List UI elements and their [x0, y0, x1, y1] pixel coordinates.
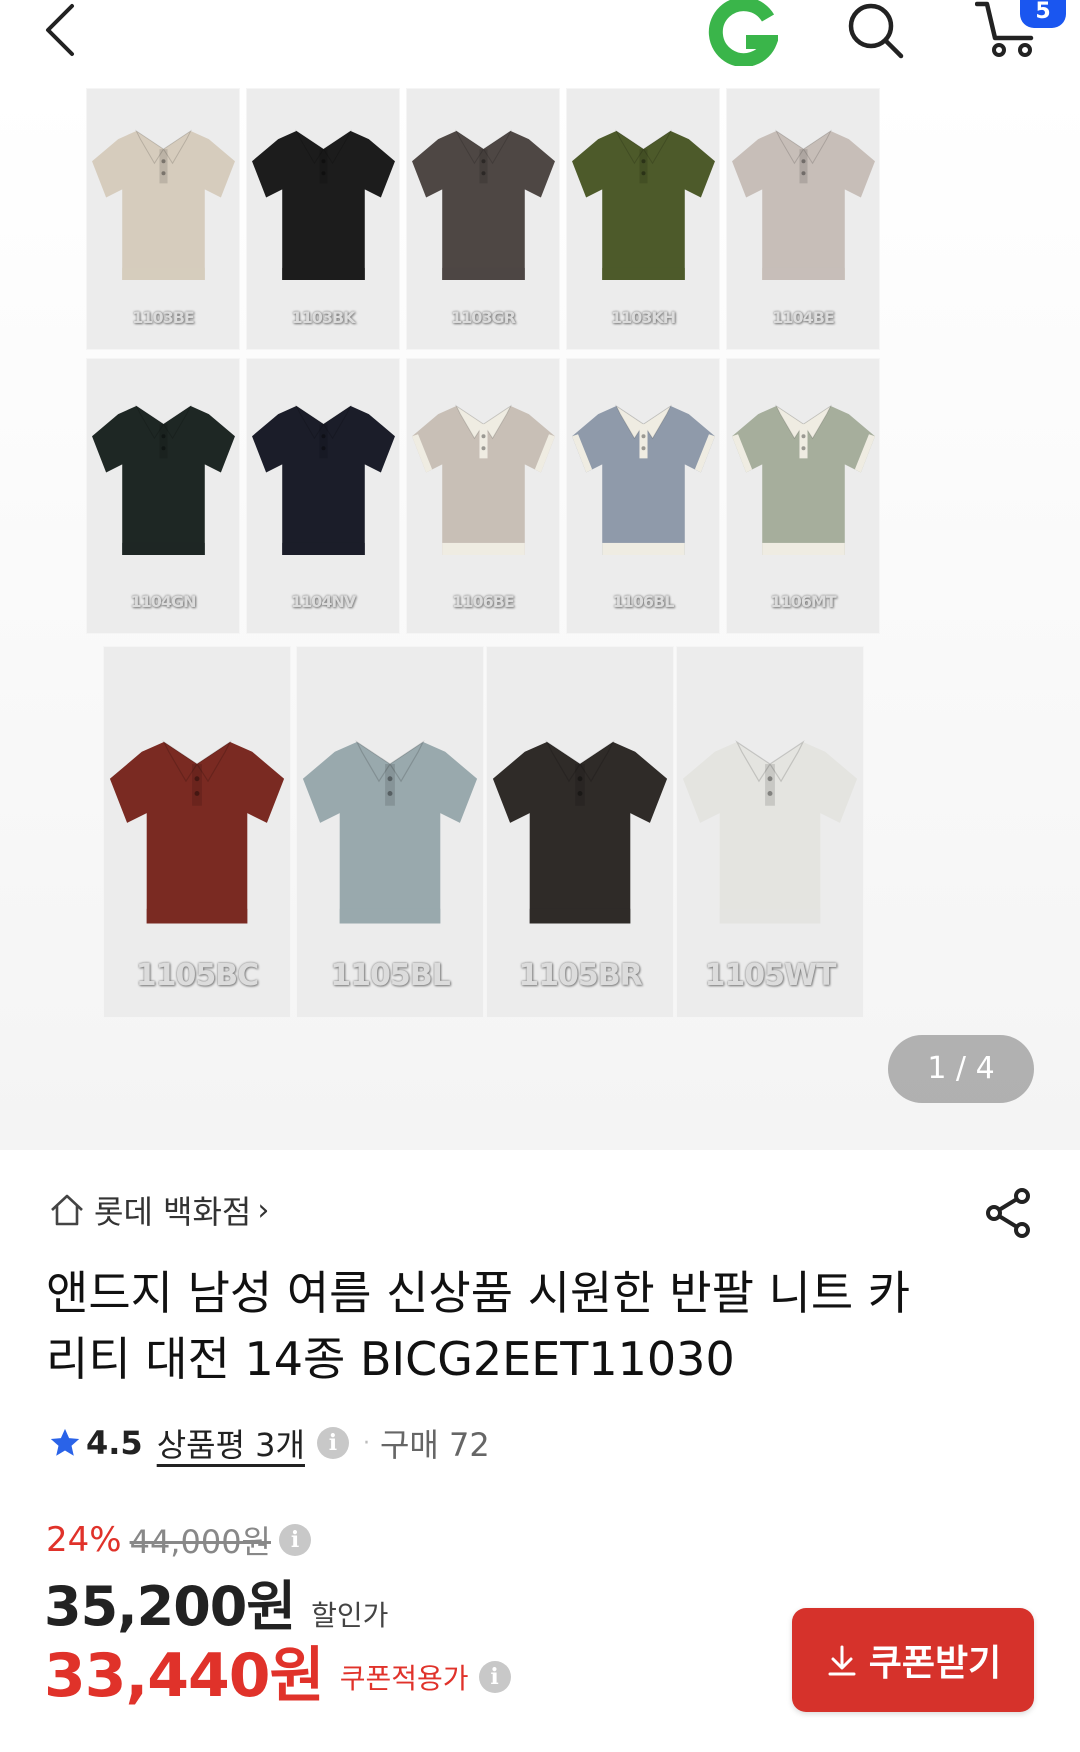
separator-dot: · [362, 1430, 370, 1456]
product-code-label: 1103BE [132, 308, 195, 327]
product-code-label: 1105BC [135, 958, 259, 993]
coupon-price-row: 33,440원 쿠폰적용가 i [44, 1632, 511, 1711]
search-icon [848, 3, 904, 59]
original-price-row: 24% 44,000원 i [46, 1518, 311, 1562]
shirt-image [728, 110, 879, 303]
download-icon [828, 1645, 856, 1676]
star-icon [50, 1428, 80, 1456]
home-icon [51, 1194, 83, 1226]
product-code-label: 1104BE [772, 308, 835, 327]
purchase-count: 구매 72 [379, 1426, 490, 1464]
shirt-image [408, 110, 559, 303]
shirt-image [88, 380, 239, 583]
product-code-label: 1103GR [451, 308, 516, 327]
product-code-label: 1105BL [330, 958, 450, 993]
color-swatch-tile[interactable]: 1103BK [246, 88, 400, 350]
color-swatch-tile[interactable]: 1105BL [296, 646, 484, 1018]
info-icon[interactable]: i [279, 1524, 311, 1556]
shirt-image [408, 380, 559, 583]
rating-row: 4.5 상품평 3개 i · 구매 72 [48, 1420, 490, 1466]
get-coupon-button[interactable]: 쿠폰받기 [792, 1608, 1034, 1712]
top-app-bar: 5 [0, 0, 1080, 88]
coupon-price-label: 쿠폰적용가 [339, 1662, 469, 1695]
shirt-image [88, 110, 239, 303]
share-button[interactable] [982, 1186, 1036, 1240]
color-swatch-tile[interactable]: 1105WT [676, 646, 864, 1018]
color-swatch-tile[interactable]: 1106BL [566, 358, 720, 634]
back-button[interactable] [40, 0, 90, 62]
share-icon [986, 1188, 1030, 1238]
product-code-label: 1104NV [290, 592, 356, 611]
color-swatch-tile[interactable]: 1104BE [726, 88, 880, 350]
shirt-image [568, 380, 719, 583]
g-logo-icon [708, 0, 781, 68]
info-icon[interactable]: i [316, 1427, 349, 1459]
info-icon[interactable]: i [478, 1661, 511, 1693]
product-title: 앤드지 남성 여름 신상품 시원한 반팔 니트 카리티 대전 14종 BICG2… [46, 1266, 911, 1386]
color-swatch-tile[interactable]: 1103KH [566, 88, 720, 350]
chevron-left-icon [46, 4, 74, 56]
color-swatch-tile[interactable]: 1105BC [103, 646, 291, 1018]
product-image-gallery[interactable]: 1103BE 1103BK 1103GR 1103KH 1104BE 1104GN 1104… [0, 88, 1080, 1150]
original-price: 44,000원 [129, 1523, 271, 1561]
shirt-image [298, 716, 482, 951]
product-code-label: 1106BE [452, 592, 515, 611]
product-code-label: 1105BR [518, 958, 642, 993]
rating-value: 4.5 [86, 1424, 143, 1462]
color-swatch-tile[interactable]: 1103GR [406, 88, 560, 350]
sale-price-row: 35,200원 할인가 [44, 1562, 388, 1638]
discount-rate: 24% [46, 1520, 122, 1560]
shirt-image [678, 716, 862, 951]
chevron-right-icon: › [257, 1192, 270, 1228]
get-coupon-label: 쿠폰받기 [868, 1643, 1002, 1684]
color-swatch-tile[interactable]: 1106BE [406, 358, 560, 634]
product-code-label: 1105WT [704, 958, 836, 993]
gmarket-logo[interactable] [706, 0, 781, 68]
product-code-label: 1106MT [770, 592, 836, 611]
product-info: 롯데 백화점 › 앤드지 남성 여름 신상품 시원한 반팔 니트 카리티 대전 … [0, 1150, 1080, 1752]
shirt-image [488, 716, 672, 951]
search-button[interactable] [845, 2, 907, 60]
color-swatch-tile[interactable]: 1103BE [86, 88, 240, 350]
shirt-image [248, 110, 399, 303]
review-count-link[interactable]: 상품평 3개 [157, 1420, 305, 1466]
product-code-label: 1104GN [130, 592, 196, 611]
shirt-image [728, 380, 879, 583]
color-swatch-tile[interactable]: 1105BR [486, 646, 674, 1018]
store-link[interactable]: 롯데 백화점 › [48, 1190, 270, 1231]
color-swatch-tile[interactable]: 1104NV [246, 358, 400, 634]
product-code-label: 1103BK [291, 308, 355, 327]
shirt-image [568, 110, 719, 303]
gallery-pager: 1 / 4 [888, 1035, 1034, 1103]
store-name: 롯데 백화점 [94, 1193, 252, 1231]
shirt-image [248, 380, 399, 583]
color-swatch-tile[interactable]: 1104GN [86, 358, 240, 634]
color-swatch-tile[interactable]: 1106MT [726, 358, 880, 634]
cart-count-badge: 5 [1020, 0, 1066, 28]
product-code-label: 1106BL [612, 592, 675, 611]
product-code-label: 1103KH [610, 308, 676, 327]
coupon-price: 33,440원 [44, 1640, 325, 1711]
shirt-image [105, 716, 289, 951]
